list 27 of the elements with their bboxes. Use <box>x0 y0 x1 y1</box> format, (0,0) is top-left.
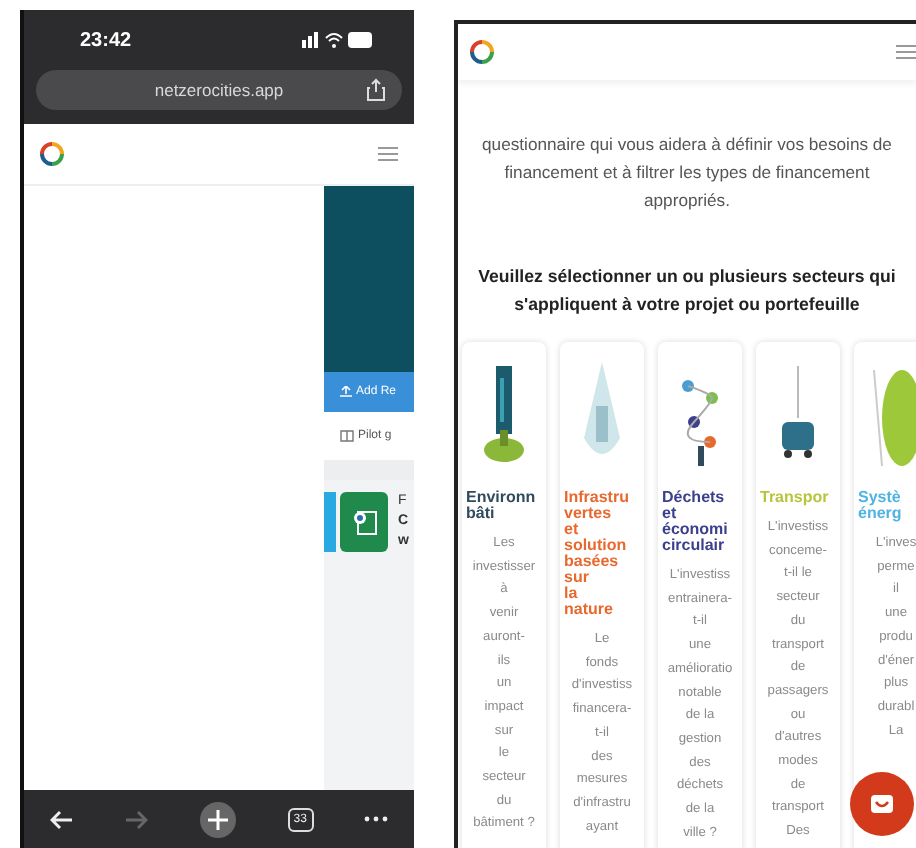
sector-title: Infrastru vertes et solution basées sur la nature <box>562 490 631 618</box>
back-arrow-icon <box>49 809 74 829</box>
menu-icon[interactable] <box>896 44 916 60</box>
new-tab-button[interactable] <box>199 801 236 837</box>
sector-title: Déchets et économi circulair <box>660 490 730 554</box>
menu-icon[interactable] <box>378 146 398 162</box>
more-icon <box>364 816 389 822</box>
sector-title: Transpor <box>758 490 831 506</box>
document-icon <box>350 508 378 536</box>
sector-title: Environn bâti <box>464 490 538 522</box>
status-icons <box>302 30 374 50</box>
sector-title: Systè énerg <box>856 490 904 522</box>
upload-icon <box>340 386 352 398</box>
share-icon[interactable] <box>366 78 386 102</box>
forward-arrow-icon <box>124 809 149 829</box>
section-heading: Veuillez sélectionner un ou plusieurs secteurs qui s'appliquent à votre projet ou portefeuille <box>476 264 898 318</box>
smile-icon <box>870 794 894 814</box>
item-thumbnail <box>324 492 336 552</box>
logo-icon[interactable] <box>40 142 64 166</box>
book-icon <box>340 430 354 442</box>
plus-icon <box>199 801 236 837</box>
back-button[interactable] <box>49 809 74 829</box>
status-time: 23:42 <box>80 29 132 51</box>
address-bar[interactable]: netzerocities.app <box>36 70 402 110</box>
logo-icon[interactable] <box>470 40 494 64</box>
more-button[interactable] <box>364 816 389 822</box>
intro-paragraph: questionnaire qui vous aidera à définir vos besoins de financement et à filtrer les types de financement appropriés. <box>480 132 894 214</box>
